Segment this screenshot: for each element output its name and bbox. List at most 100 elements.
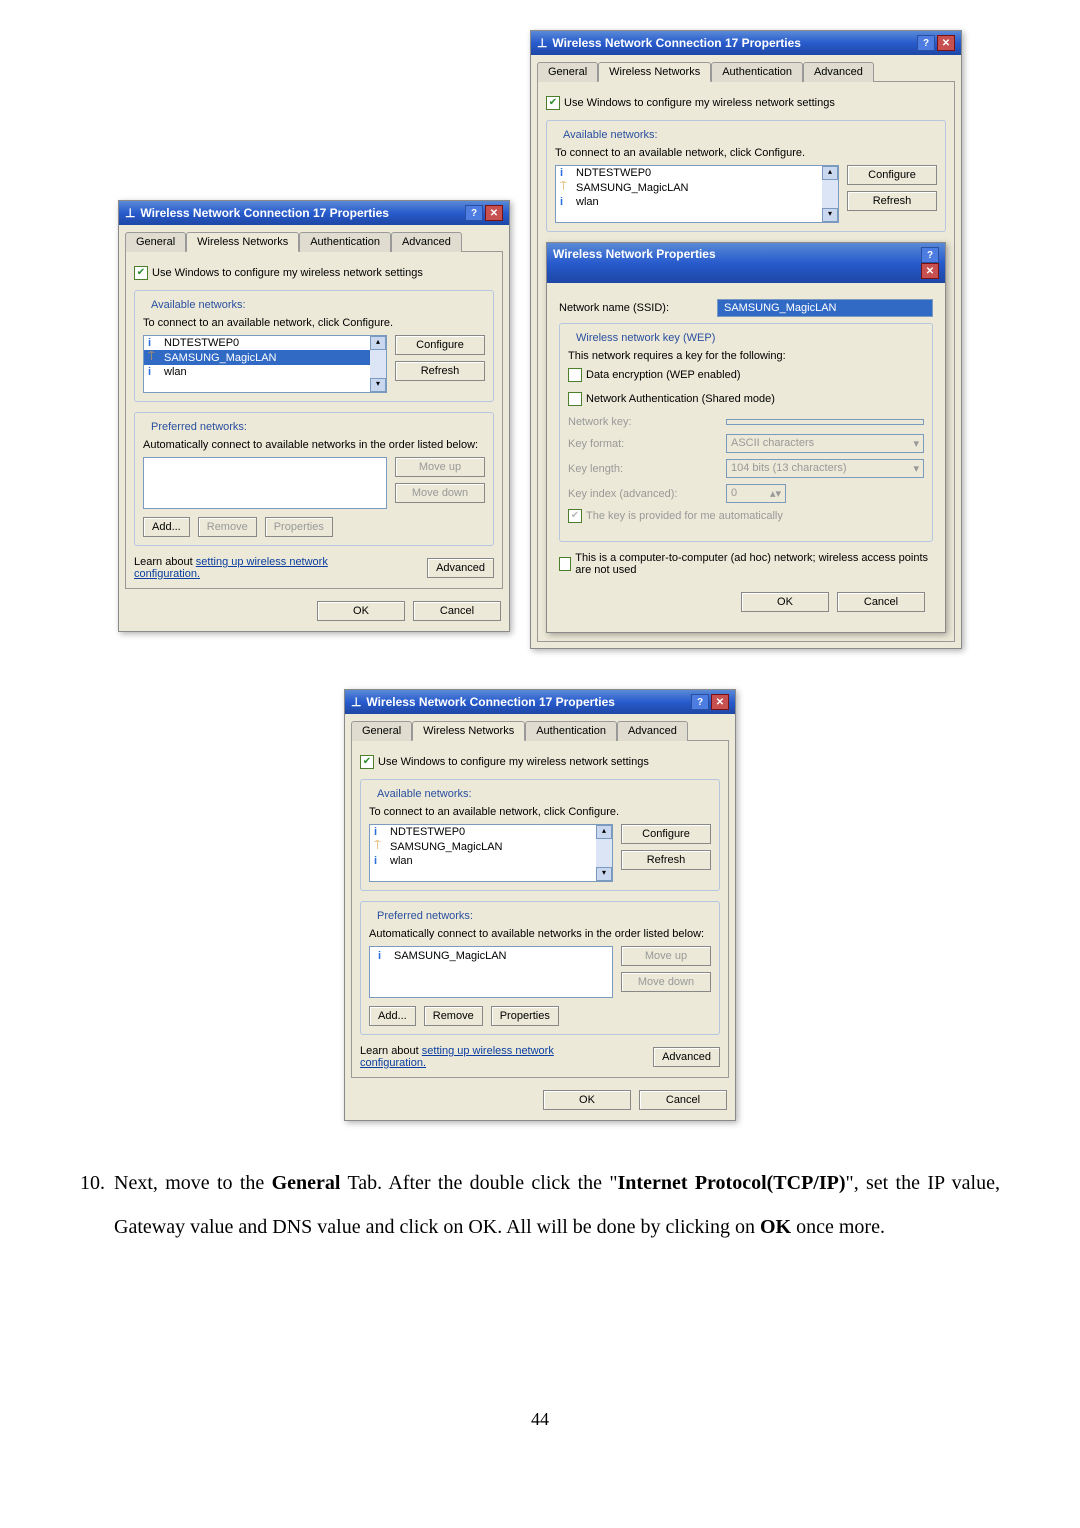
advanced-button[interactable]: Advanced (653, 1047, 720, 1067)
moveup-button: Move up (621, 946, 711, 966)
available-list[interactable]: NDTESTWEP0 SAMSUNG_MagicLAN wlan ▴ ▾ (369, 824, 613, 882)
scroll-down-icon[interactable]: ▾ (370, 378, 386, 392)
remove-button[interactable]: Remove (424, 1006, 483, 1026)
antenna-icon (374, 840, 386, 853)
key-format-label: Key format: (568, 438, 718, 450)
titlebar: ⊥ Wireless Network Connection 17 Propert… (119, 201, 509, 225)
tab-adv[interactable]: Advanced (617, 721, 688, 741)
key-format-select: ASCII characters▾ (726, 434, 924, 453)
movedown-button: Move down (395, 483, 485, 503)
learn-link[interactable]: setting up wireless network (196, 556, 328, 568)
help-icon[interactable]: ? (917, 35, 935, 51)
scroll-down-icon[interactable]: ▾ (822, 208, 838, 222)
help-icon[interactable]: ? (691, 694, 709, 710)
key-index-label: Key index (advanced): (568, 488, 718, 500)
signal-icon (560, 167, 572, 179)
preferred-list[interactable] (143, 457, 387, 509)
use-windows-checkbox[interactable]: ✔ (360, 755, 374, 769)
network-key-label: Network key: (568, 416, 718, 428)
network-auth-checkbox[interactable] (568, 392, 582, 406)
ok-button[interactable]: OK (741, 592, 829, 612)
scroll-down-icon[interactable]: ▾ (596, 867, 612, 881)
wireless-icon: ⊥ (537, 36, 549, 50)
tab-wireless[interactable]: Wireless Networks (412, 721, 525, 741)
tab-wireless[interactable]: Wireless Networks (598, 62, 711, 82)
tab-adv[interactable]: Advanced (803, 62, 874, 82)
close-icon[interactable]: ✕ (485, 205, 503, 221)
tab-auth[interactable]: Authentication (299, 232, 391, 252)
use-windows-checkbox[interactable]: ✔ (134, 266, 148, 280)
close-icon[interactable]: ✕ (921, 263, 939, 279)
add-button[interactable]: Add... (143, 517, 190, 537)
configure-button[interactable]: Configure (395, 335, 485, 355)
tab-wireless[interactable]: Wireless Networks (186, 232, 299, 252)
signal-icon (374, 855, 386, 867)
configure-button[interactable]: Configure (847, 165, 937, 185)
available-list[interactable]: NDTESTWEP0 SAMSUNG_MagicLAN wlan ▴ ▾ (143, 335, 387, 393)
chevron-down-icon: ▾ (913, 462, 919, 475)
key-index-spinner: 0▴▾ (726, 484, 786, 503)
use-windows-label: Use Windows to configure my wireless net… (152, 267, 423, 279)
ssid-label: Network name (SSID): (559, 302, 709, 314)
ssid-input[interactable]: SAMSUNG_MagicLAN (717, 299, 933, 317)
signal-icon (148, 337, 160, 349)
advanced-button[interactable]: Advanced (427, 558, 494, 578)
signal-icon (378, 950, 390, 962)
left-properties-dialog: ⊥ Wireless Network Connection 17 Propert… (118, 200, 510, 632)
config-link[interactable]: configuration. (134, 568, 200, 580)
instruction-paragraph: 10. Next, move to the General Tab. After… (80, 1161, 1000, 1289)
right-properties-dialog: ⊥ Wireless Network Connection 17 Propert… (530, 30, 962, 649)
tab-auth[interactable]: Authentication (525, 721, 617, 741)
close-icon[interactable]: ✕ (937, 35, 955, 51)
wireless-icon: ⊥ (125, 206, 137, 220)
key-length-select: 104 bits (13 characters)▾ (726, 459, 924, 478)
list-marker: 10. (80, 1161, 114, 1289)
signal-icon (148, 366, 160, 378)
scroll-up-icon[interactable]: ▴ (822, 166, 838, 180)
refresh-button[interactable]: Refresh (395, 361, 485, 381)
refresh-button[interactable]: Refresh (847, 191, 937, 211)
key-length-label: Key length: (568, 463, 718, 475)
help-icon[interactable]: ? (921, 247, 939, 263)
close-icon[interactable]: ✕ (711, 694, 729, 710)
learn-link[interactable]: setting up wireless network (422, 1045, 554, 1057)
available-hint: To connect to an available network, clic… (143, 317, 485, 329)
adhoc-label: This is a computer-to-computer (ad hoc) … (575, 552, 933, 576)
network-key-input (726, 419, 924, 425)
help-icon[interactable]: ? (465, 205, 483, 221)
page-number: 44 (80, 1409, 1000, 1430)
use-windows-checkbox[interactable]: ✔ (546, 96, 560, 110)
bottom-properties-dialog: ⊥ Wireless Network Connection 17 Propert… (344, 689, 736, 1121)
ok-button[interactable]: OK (317, 601, 405, 621)
available-legend: Available networks: (147, 299, 250, 311)
cancel-button[interactable]: Cancel (639, 1090, 727, 1110)
available-list[interactable]: NDTESTWEP0 SAMSUNG_MagicLAN wlan ▴ ▾ (555, 165, 839, 223)
properties-button[interactable]: Properties (491, 1006, 559, 1026)
wprops-title: Wireless Network Properties (553, 247, 716, 279)
configure-button[interactable]: Configure (621, 824, 711, 844)
wep-legend: Wireless network key (WEP) (572, 332, 719, 344)
antenna-icon (148, 351, 160, 364)
ok-button[interactable]: OK (543, 1090, 631, 1110)
config-link[interactable]: configuration. (360, 1057, 426, 1069)
tab-adv[interactable]: Advanced (391, 232, 462, 252)
cancel-button[interactable]: Cancel (837, 592, 925, 612)
scroll-up-icon[interactable]: ▴ (370, 336, 386, 350)
adhoc-checkbox[interactable] (559, 557, 571, 571)
preferred-hint: Automatically connect to available netwo… (143, 439, 485, 451)
tab-general[interactable]: General (537, 62, 598, 82)
data-encryption-checkbox[interactable] (568, 368, 582, 382)
wireless-icon: ⊥ (351, 695, 363, 709)
tab-auth[interactable]: Authentication (711, 62, 803, 82)
tab-general[interactable]: General (351, 721, 412, 741)
preferred-list[interactable]: SAMSUNG_MagicLAN (369, 946, 613, 998)
tab-general[interactable]: General (125, 232, 186, 252)
moveup-button: Move up (395, 457, 485, 477)
cancel-button[interactable]: Cancel (413, 601, 501, 621)
auto-key-checkbox: ✔ (568, 509, 582, 523)
refresh-button[interactable]: Refresh (621, 850, 711, 870)
learn-about-text: Learn about setting up wireless network … (134, 556, 328, 580)
add-button[interactable]: Add... (369, 1006, 416, 1026)
properties-button: Properties (265, 517, 333, 537)
scroll-up-icon[interactable]: ▴ (596, 825, 612, 839)
